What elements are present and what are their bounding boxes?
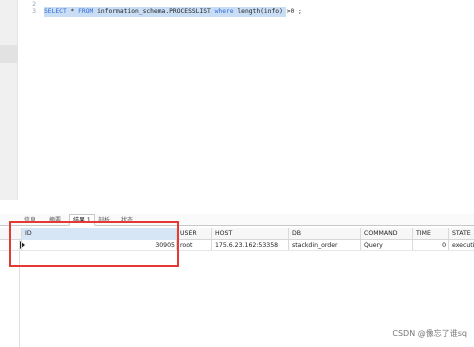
cell-command[interactable]: Query: [360, 240, 412, 250]
column-header-user[interactable]: USER: [176, 228, 211, 239]
column-header-db[interactable]: DB: [288, 228, 360, 239]
cell-host[interactable]: 175.6.23.162:53358: [211, 240, 288, 250]
cell-time[interactable]: 0: [412, 240, 448, 250]
column-header-command[interactable]: COMMAND: [360, 228, 412, 239]
sql-table: information_schema.PROCESSLIST: [93, 8, 215, 15]
editor-gutter: [0, 0, 18, 200]
cell-db[interactable]: stackdin_order: [288, 240, 360, 250]
editor-fold-marker: [0, 45, 18, 63]
highlight-annotation-box: [9, 221, 179, 267]
cell-user[interactable]: root: [176, 240, 211, 250]
line-number: 3: [32, 7, 36, 15]
sql-star: *: [66, 8, 79, 15]
sql-keyword-from: FROM: [78, 8, 94, 15]
sql-keyword-select: SELECT: [44, 8, 67, 15]
sql-condition: length(info) >0 ;: [233, 8, 302, 15]
sql-keyword-where: where: [214, 8, 234, 15]
cell-state[interactable]: executin: [448, 240, 474, 250]
column-header-state[interactable]: STATE: [448, 228, 474, 239]
csdn-watermark: CSDN @像忘了谁sq: [392, 329, 467, 338]
sql-code-line[interactable]: SELECT * FROM information_schema.PROCESS…: [44, 7, 302, 17]
column-header-host[interactable]: HOST: [211, 228, 288, 239]
column-header-time[interactable]: TIME: [412, 228, 448, 239]
